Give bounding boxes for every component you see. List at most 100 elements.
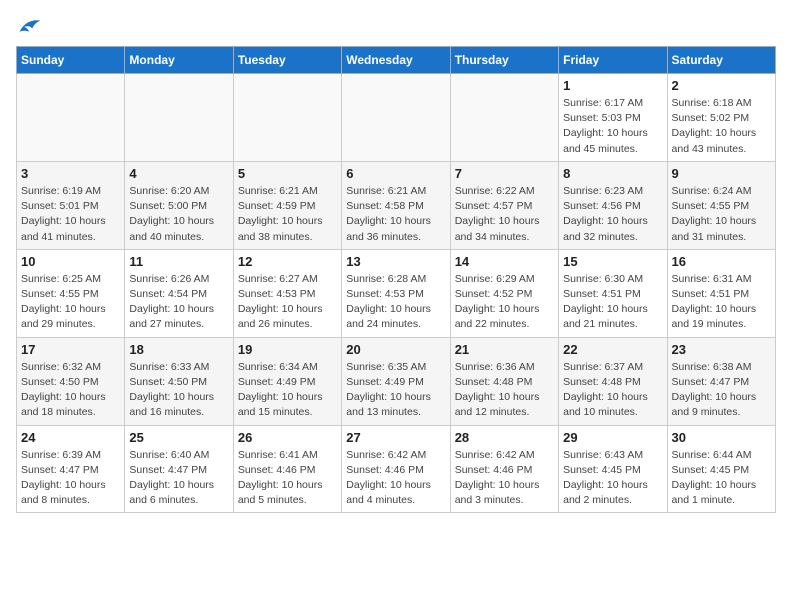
day-info: Sunrise: 6:31 AM Sunset: 4:51 PM Dayligh… (672, 272, 771, 333)
day-number: 1 (563, 78, 662, 93)
day-info: Sunrise: 6:33 AM Sunset: 4:50 PM Dayligh… (129, 360, 228, 421)
day-number: 2 (672, 78, 771, 93)
weekday-header-sunday: Sunday (17, 47, 125, 74)
calendar-cell: 14Sunrise: 6:29 AM Sunset: 4:52 PM Dayli… (450, 249, 558, 337)
day-info: Sunrise: 6:21 AM Sunset: 4:59 PM Dayligh… (238, 184, 337, 245)
calendar-cell: 6 Sunrise: 6:21 AM Sunset: 4:58 PM Daylig… (342, 161, 450, 249)
day-info: Sunrise: 6:22 AM Sunset: 4:57 PM Dayligh… (455, 184, 554, 245)
day-number: 24 (21, 430, 120, 445)
day-number: 29 (563, 430, 662, 445)
calendar-week-row: 1 Sunrise: 6:17 AM Sunset: 5:03 PM Daylig… (17, 74, 776, 162)
day-info: Sunrise: 6:26 AM Sunset: 4:54 PM Dayligh… (129, 272, 228, 333)
day-number: 23 (672, 342, 771, 357)
day-info: Sunrise: 6:19 AM Sunset: 5:01 PM Dayligh… (21, 184, 120, 245)
day-number: 22 (563, 342, 662, 357)
calendar-cell (125, 74, 233, 162)
weekday-header-wednesday: Wednesday (342, 47, 450, 74)
day-info: Sunrise: 6:36 AM Sunset: 4:48 PM Dayligh… (455, 360, 554, 421)
calendar-cell (342, 74, 450, 162)
calendar-cell: 4Sunrise: 6:20 AM Sunset: 5:00 PM Daylig… (125, 161, 233, 249)
day-number: 9 (672, 166, 771, 181)
calendar-cell: 19 Sunrise: 6:34 AM Sunset: 4:49 PM Dayli… (233, 337, 341, 425)
calendar-cell: 1 Sunrise: 6:17 AM Sunset: 5:03 PM Daylig… (559, 74, 667, 162)
day-info: Sunrise: 6:32 AM Sunset: 4:50 PM Dayligh… (21, 360, 120, 421)
calendar-cell: 15 Sunrise: 6:30 AM Sunset: 4:51 PM Dayli… (559, 249, 667, 337)
calendar-cell: 27 Sunrise: 6:42 AM Sunset: 4:46 PM Dayli… (342, 425, 450, 513)
weekday-header-tuesday: Tuesday (233, 47, 341, 74)
calendar-cell: 3Sunrise: 6:19 AM Sunset: 5:01 PM Daylig… (17, 161, 125, 249)
day-info: Sunrise: 6:35 AM Sunset: 4:49 PM Dayligh… (346, 360, 445, 421)
calendar-cell (17, 74, 125, 162)
calendar-cell: 18 Sunrise: 6:33 AM Sunset: 4:50 PM Dayli… (125, 337, 233, 425)
page-header (16, 16, 776, 36)
calendar-week-row: 17 Sunrise: 6:32 AM Sunset: 4:50 PM Dayli… (17, 337, 776, 425)
weekday-header-thursday: Thursday (450, 47, 558, 74)
day-number: 27 (346, 430, 445, 445)
day-info: Sunrise: 6:21 AM Sunset: 4:58 PM Dayligh… (346, 184, 445, 245)
day-number: 11 (129, 254, 228, 269)
calendar-cell: 30 Sunrise: 6:44 AM Sunset: 4:45 PM Dayli… (667, 425, 775, 513)
calendar-week-row: 24 Sunrise: 6:39 AM Sunset: 4:47 PM Dayli… (17, 425, 776, 513)
day-info: Sunrise: 6:23 AM Sunset: 4:56 PM Dayligh… (563, 184, 662, 245)
calendar-cell: 25 Sunrise: 6:40 AM Sunset: 4:47 PM Dayli… (125, 425, 233, 513)
calendar-cell: 22 Sunrise: 6:37 AM Sunset: 4:48 PM Dayli… (559, 337, 667, 425)
calendar-cell: 11 Sunrise: 6:26 AM Sunset: 4:54 PM Dayli… (125, 249, 233, 337)
calendar-cell: 2 Sunrise: 6:18 AM Sunset: 5:02 PM Daylig… (667, 74, 775, 162)
calendar-cell: 16Sunrise: 6:31 AM Sunset: 4:51 PM Dayli… (667, 249, 775, 337)
calendar-cell: 9 Sunrise: 6:24 AM Sunset: 4:55 PM Daylig… (667, 161, 775, 249)
calendar-cell: 7 Sunrise: 6:22 AM Sunset: 4:57 PM Daylig… (450, 161, 558, 249)
day-number: 30 (672, 430, 771, 445)
day-info: Sunrise: 6:30 AM Sunset: 4:51 PM Dayligh… (563, 272, 662, 333)
weekday-header-monday: Monday (125, 47, 233, 74)
day-info: Sunrise: 6:17 AM Sunset: 5:03 PM Dayligh… (563, 96, 662, 157)
calendar-header-row: SundayMondayTuesdayWednesdayThursdayFrid… (17, 47, 776, 74)
day-number: 18 (129, 342, 228, 357)
day-number: 20 (346, 342, 445, 357)
day-info: Sunrise: 6:43 AM Sunset: 4:45 PM Dayligh… (563, 448, 662, 509)
calendar-cell: 24 Sunrise: 6:39 AM Sunset: 4:47 PM Dayli… (17, 425, 125, 513)
calendar-cell: 23 Sunrise: 6:38 AM Sunset: 4:47 PM Dayli… (667, 337, 775, 425)
day-number: 15 (563, 254, 662, 269)
calendar-cell (450, 74, 558, 162)
day-number: 14 (455, 254, 554, 269)
day-number: 17 (21, 342, 120, 357)
calendar-cell: 13Sunrise: 6:28 AM Sunset: 4:53 PM Dayli… (342, 249, 450, 337)
day-number: 28 (455, 430, 554, 445)
day-info: Sunrise: 6:20 AM Sunset: 5:00 PM Dayligh… (129, 184, 228, 245)
day-number: 12 (238, 254, 337, 269)
day-info: Sunrise: 6:18 AM Sunset: 5:02 PM Dayligh… (672, 96, 771, 157)
calendar-table: SundayMondayTuesdayWednesdayThursdayFrid… (16, 46, 776, 513)
day-info: Sunrise: 6:39 AM Sunset: 4:47 PM Dayligh… (21, 448, 120, 509)
calendar-cell: 12Sunrise: 6:27 AM Sunset: 4:53 PM Dayli… (233, 249, 341, 337)
calendar-cell: 10Sunrise: 6:25 AM Sunset: 4:55 PM Dayli… (17, 249, 125, 337)
calendar-cell: 26 Sunrise: 6:41 AM Sunset: 4:46 PM Dayli… (233, 425, 341, 513)
calendar-week-row: 3Sunrise: 6:19 AM Sunset: 5:01 PM Daylig… (17, 161, 776, 249)
day-number: 6 (346, 166, 445, 181)
day-info: Sunrise: 6:34 AM Sunset: 4:49 PM Dayligh… (238, 360, 337, 421)
day-info: Sunrise: 6:37 AM Sunset: 4:48 PM Dayligh… (563, 360, 662, 421)
day-number: 19 (238, 342, 337, 357)
day-info: Sunrise: 6:24 AM Sunset: 4:55 PM Dayligh… (672, 184, 771, 245)
calendar-cell: 17 Sunrise: 6:32 AM Sunset: 4:50 PM Dayli… (17, 337, 125, 425)
day-info: Sunrise: 6:40 AM Sunset: 4:47 PM Dayligh… (129, 448, 228, 509)
day-info: Sunrise: 6:41 AM Sunset: 4:46 PM Dayligh… (238, 448, 337, 509)
calendar-cell: 29 Sunrise: 6:43 AM Sunset: 4:45 PM Dayli… (559, 425, 667, 513)
calendar-cell: 8 Sunrise: 6:23 AM Sunset: 4:56 PM Daylig… (559, 161, 667, 249)
calendar-cell: 5Sunrise: 6:21 AM Sunset: 4:59 PM Daylig… (233, 161, 341, 249)
day-number: 8 (563, 166, 662, 181)
day-info: Sunrise: 6:42 AM Sunset: 4:46 PM Dayligh… (346, 448, 445, 509)
logo (16, 16, 42, 36)
weekday-header-friday: Friday (559, 47, 667, 74)
day-number: 25 (129, 430, 228, 445)
day-number: 7 (455, 166, 554, 181)
calendar-week-row: 10Sunrise: 6:25 AM Sunset: 4:55 PM Dayli… (17, 249, 776, 337)
calendar-cell: 21Sunrise: 6:36 AM Sunset: 4:48 PM Dayli… (450, 337, 558, 425)
day-info: Sunrise: 6:38 AM Sunset: 4:47 PM Dayligh… (672, 360, 771, 421)
day-info: Sunrise: 6:28 AM Sunset: 4:53 PM Dayligh… (346, 272, 445, 333)
day-number: 26 (238, 430, 337, 445)
day-info: Sunrise: 6:44 AM Sunset: 4:45 PM Dayligh… (672, 448, 771, 509)
weekday-header-saturday: Saturday (667, 47, 775, 74)
calendar-cell: 20 Sunrise: 6:35 AM Sunset: 4:49 PM Dayli… (342, 337, 450, 425)
calendar-cell (233, 74, 341, 162)
logo-bird-icon (18, 16, 42, 36)
